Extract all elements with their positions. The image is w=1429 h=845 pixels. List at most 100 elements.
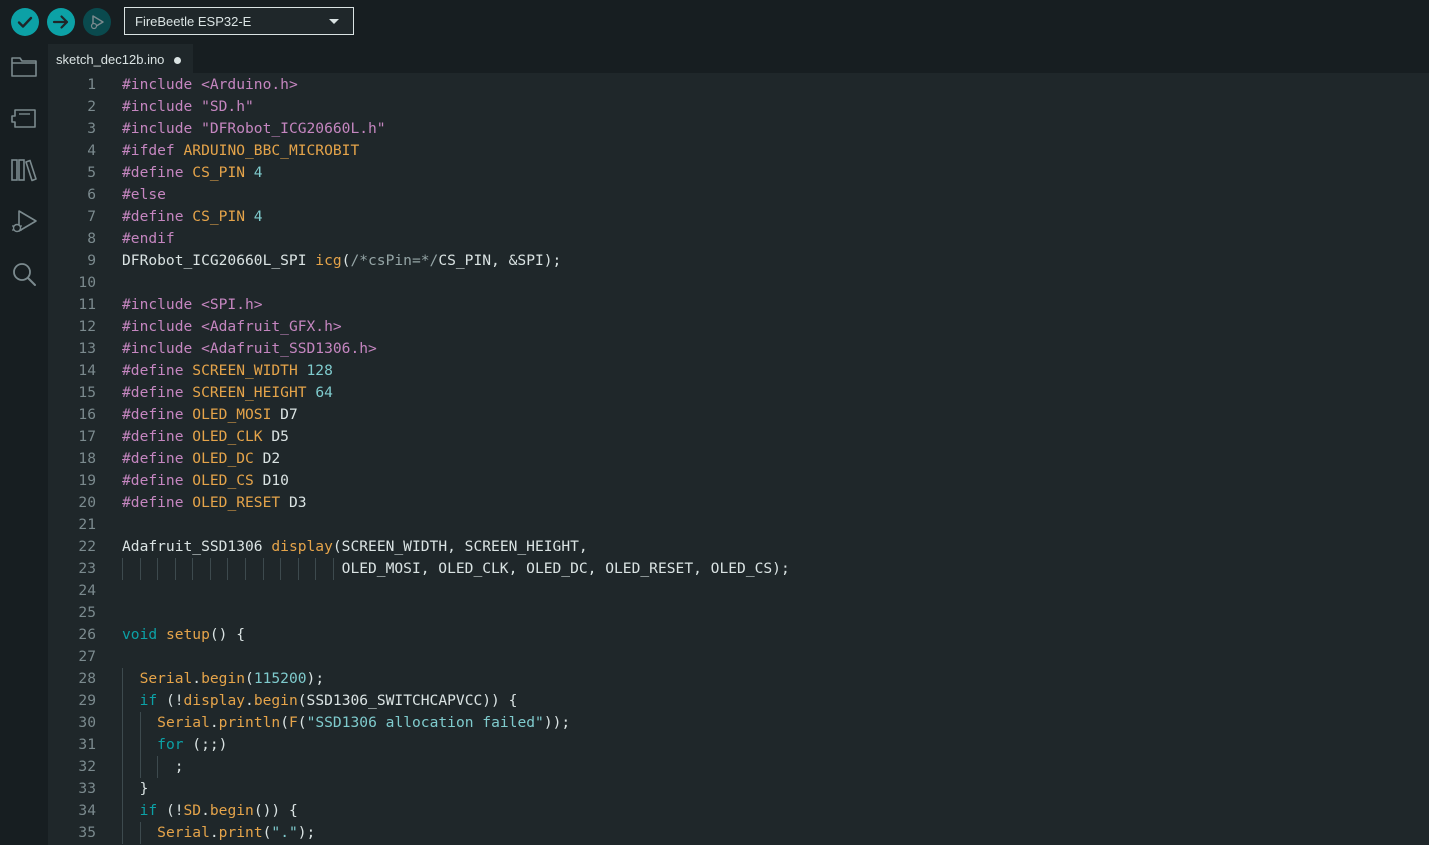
- code-line[interactable]: 35 Serial.print(".");: [48, 822, 1429, 844]
- line-number: 15: [48, 382, 96, 404]
- code-text: #define SCREEN_WIDTH 128: [122, 360, 333, 382]
- line-number: 32: [48, 756, 96, 778]
- line-number: 20: [48, 492, 96, 514]
- code-line[interactable]: 27: [48, 646, 1429, 668]
- line-number: 10: [48, 272, 96, 294]
- code-line[interactable]: 10: [48, 272, 1429, 294]
- code-text: Serial.print(".");: [122, 822, 315, 844]
- board-selector[interactable]: FireBeetle ESP32-E: [124, 7, 354, 35]
- line-number: 23: [48, 558, 96, 580]
- code-line[interactable]: 4 #ifdef ARDUINO_BBC_MICROBIT: [48, 140, 1429, 162]
- line-number: 19: [48, 470, 96, 492]
- code-token: DFRobot_ICG20660L_SPI: [122, 252, 315, 269]
- code-token: OLED_MOSI, OLED_CLK, OLED_DC, OLED_RESET…: [122, 560, 790, 577]
- code-line[interactable]: 21: [48, 514, 1429, 536]
- toolbar: FireBeetle ESP32-E: [0, 0, 1429, 42]
- code-line[interactable]: 17#define OLED_CLK D5: [48, 426, 1429, 448]
- code-editor[interactable]: 1#include <Arduino.h>2#include "SD.h"3#i…: [48, 73, 1429, 845]
- code-line[interactable]: 9DFRobot_ICG20660L_SPI icg(/*csPin=*/CS_…: [48, 250, 1429, 272]
- code-line[interactable]: 2#include "SD.h": [48, 96, 1429, 118]
- code-token: [122, 692, 140, 709]
- code-line[interactable]: 22Adafruit_SSD1306 display(SCREEN_WIDTH,…: [48, 536, 1429, 558]
- line-number: 2: [48, 96, 96, 118]
- code-token: );: [298, 824, 316, 841]
- line-number: 8: [48, 228, 96, 250]
- code-line[interactable]: 11#include <SPI.h>: [48, 294, 1429, 316]
- line-number: 28: [48, 668, 96, 690]
- verify-button[interactable]: [11, 8, 39, 36]
- code-line[interactable]: 19#define OLED_CS D10: [48, 470, 1429, 492]
- code-token: );: [307, 670, 325, 687]
- code-line[interactable]: 5#define CS_PIN 4: [48, 162, 1429, 184]
- upload-button[interactable]: [47, 8, 75, 36]
- line-number: 4: [48, 140, 96, 162]
- line-number: 27: [48, 646, 96, 668]
- unsaved-dot-icon[interactable]: [174, 57, 181, 64]
- code-token: () {: [210, 626, 245, 643]
- code-token: 128: [298, 362, 333, 379]
- code-line[interactable]: 16#define OLED_MOSI D7: [48, 404, 1429, 426]
- debug-play-icon: [88, 13, 106, 31]
- code-line[interactable]: 33 }: [48, 778, 1429, 800]
- code-token: SCREEN_WIDTH: [192, 362, 297, 379]
- code-token: (: [280, 714, 289, 731]
- code-line[interactable]: 24: [48, 580, 1429, 602]
- code-token: #define: [122, 208, 192, 225]
- code-line[interactable]: 18#define OLED_DC D2: [48, 448, 1429, 470]
- folder-icon[interactable]: [10, 52, 38, 80]
- code-line[interactable]: 23 OLED_MOSI, OLED_CLK, OLED_DC, OLED_RE…: [48, 558, 1429, 580]
- board-icon[interactable]: [10, 104, 38, 132]
- code-line[interactable]: 1#include <Arduino.h>: [48, 74, 1429, 96]
- line-number: 30: [48, 712, 96, 734]
- code-line[interactable]: 26void setup() {: [48, 624, 1429, 646]
- code-line[interactable]: 25: [48, 602, 1429, 624]
- code-line[interactable]: 29 if (!display.begin(SSD1306_SWITCHCAPV…: [48, 690, 1429, 712]
- code-line[interactable]: 20#define OLED_RESET D3: [48, 492, 1429, 514]
- code-token: print: [219, 824, 263, 841]
- library-icon[interactable]: [10, 156, 38, 184]
- debug-button[interactable]: [83, 8, 111, 36]
- code-line[interactable]: 28 Serial.begin(115200);: [48, 668, 1429, 690]
- code-token: (: [298, 714, 307, 731]
- code-text: ;: [122, 756, 184, 778]
- code-token: (SCREEN_WIDTH, SCREEN_HEIGHT,: [333, 538, 588, 555]
- code-text: Serial.println(F("SSD1306 allocation fai…: [122, 712, 570, 734]
- code-line[interactable]: 13#include <Adafruit_SSD1306.h>: [48, 338, 1429, 360]
- code-token: #include: [122, 98, 201, 115]
- line-number: 1: [48, 74, 96, 96]
- code-token: D7: [271, 406, 297, 423]
- line-number: 33: [48, 778, 96, 800]
- code-token: icg: [315, 252, 341, 269]
- code-text: DFRobot_ICG20660L_SPI icg(/*csPin=*/CS_P…: [122, 250, 561, 272]
- code-line[interactable]: 15#define SCREEN_HEIGHT 64: [48, 382, 1429, 404]
- code-text: #include <Adafruit_GFX.h>: [122, 316, 342, 338]
- code-line[interactable]: 30 Serial.println(F("SSD1306 allocation …: [48, 712, 1429, 734]
- search-icon[interactable]: [10, 260, 38, 288]
- board-selector-label: FireBeetle ESP32-E: [135, 14, 251, 29]
- code-text: Adafruit_SSD1306 display(SCREEN_WIDTH, S…: [122, 536, 588, 558]
- code-line[interactable]: 31 for (;;): [48, 734, 1429, 756]
- code-line[interactable]: 6#else: [48, 184, 1429, 206]
- code-token: #define: [122, 450, 192, 467]
- code-token: D2: [254, 450, 280, 467]
- line-number: 12: [48, 316, 96, 338]
- code-line[interactable]: 34 if (!SD.begin()) {: [48, 800, 1429, 822]
- code-text: #include <Adafruit_SSD1306.h>: [122, 338, 377, 360]
- code-token: #include: [122, 120, 201, 137]
- tab-sketch[interactable]: sketch_dec12b.ino: [48, 44, 193, 73]
- code-line[interactable]: 7#define CS_PIN 4: [48, 206, 1429, 228]
- tab-bar: sketch_dec12b.ino: [48, 42, 1429, 73]
- code-line[interactable]: 32 ;: [48, 756, 1429, 778]
- code-token: .: [210, 824, 219, 841]
- code-token: (!: [157, 802, 183, 819]
- code-text: #define OLED_CLK D5: [122, 426, 289, 448]
- code-line[interactable]: 14#define SCREEN_WIDTH 128: [48, 360, 1429, 382]
- code-area[interactable]: 1#include <Arduino.h>2#include "SD.h"3#i…: [48, 74, 1429, 844]
- code-line[interactable]: 3#include "DFRobot_ICG20660L.h": [48, 118, 1429, 140]
- debug-icon[interactable]: [10, 208, 38, 236]
- code-line[interactable]: 12 #include <Adafruit_GFX.h>: [48, 316, 1429, 338]
- code-text: #ifdef ARDUINO_BBC_MICROBIT: [122, 140, 359, 162]
- code-token: #define: [122, 428, 192, 445]
- code-line[interactable]: 8#endif: [48, 228, 1429, 250]
- code-text: #else: [122, 184, 166, 206]
